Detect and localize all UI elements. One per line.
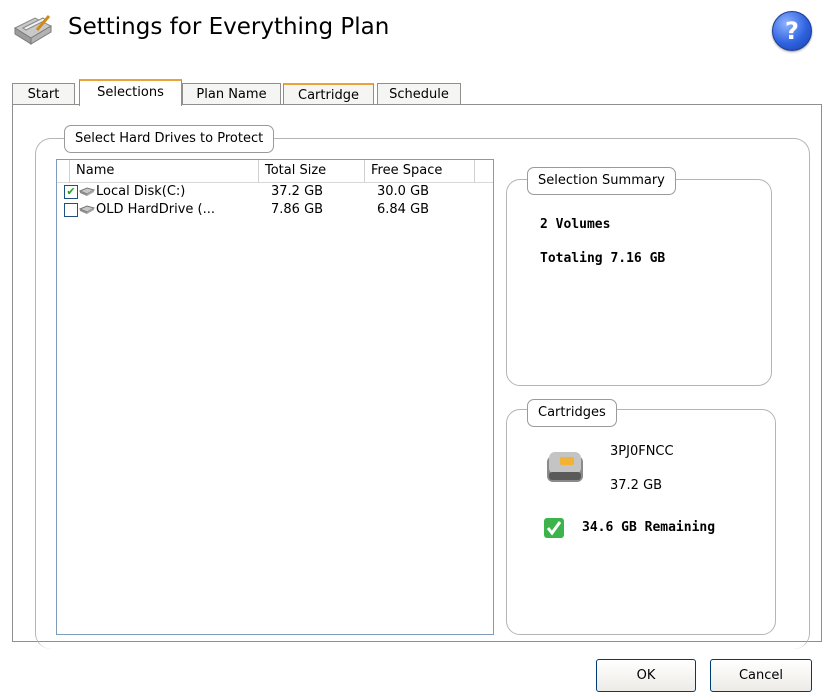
column-total-size[interactable]: Total Size bbox=[259, 160, 365, 182]
tab-start[interactable]: Start bbox=[12, 83, 75, 105]
cartridge-size: 37.2 GB bbox=[610, 478, 663, 493]
drives-list[interactable]: Name Total Size Free Space ✔ Local Disk(… bbox=[56, 159, 494, 635]
drive-total-size: 37.2 GB bbox=[271, 184, 324, 199]
drive-free-space: 30.0 GB bbox=[377, 184, 430, 199]
plan-icon bbox=[13, 15, 53, 45]
hard-drive-icon bbox=[79, 187, 95, 196]
drive-name: OLD HardDrive (... bbox=[96, 202, 215, 217]
tab-schedule[interactable]: Schedule bbox=[377, 83, 461, 105]
cartridge-id: 3PJ0FNCC bbox=[610, 444, 674, 459]
drive-free-space: 6.84 GB bbox=[377, 202, 430, 217]
ok-button[interactable]: OK bbox=[596, 659, 696, 692]
cancel-button[interactable]: Cancel bbox=[710, 659, 812, 692]
tab-cartridge[interactable]: Cartridge bbox=[283, 83, 374, 105]
list-item[interactable]: OLD HardDrive (... 7.86 GB 6.84 GB bbox=[57, 201, 493, 219]
summary-legend: Selection Summary bbox=[527, 167, 676, 195]
drive-checkbox[interactable]: ✔ bbox=[64, 185, 78, 199]
cartridge-remaining: 34.6 GB Remaining bbox=[582, 520, 716, 535]
list-item[interactable]: ✔ Local Disk(C:) 37.2 GB 30.0 GB bbox=[57, 183, 493, 201]
drives-group-legend: Select Hard Drives to Protect bbox=[64, 125, 275, 153]
selection-summary-box: 2 Volumes Totaling 7.16 GB bbox=[506, 179, 772, 386]
title-bar: Settings for Everything Plan ? bbox=[0, 0, 826, 70]
drive-checkbox[interactable] bbox=[64, 203, 78, 217]
help-icon[interactable]: ? bbox=[772, 11, 812, 51]
check-icon bbox=[544, 518, 564, 538]
tab-selections[interactable]: Selections bbox=[79, 79, 182, 106]
cartridges-legend: Cartridges bbox=[527, 399, 617, 427]
hard-drive-icon bbox=[79, 205, 95, 214]
summary-volumes: 2 Volumes bbox=[540, 217, 611, 232]
drive-name: Local Disk(C:) bbox=[96, 184, 186, 199]
list-header: Name Total Size Free Space bbox=[57, 160, 493, 183]
column-name[interactable]: Name bbox=[69, 160, 259, 182]
tab-plan-name[interactable]: Plan Name bbox=[182, 83, 281, 105]
summary-total: Totaling 7.16 GB bbox=[540, 251, 666, 266]
window-title: Settings for Everything Plan bbox=[68, 14, 390, 40]
cartridges-box: 3PJ0FNCC 37.2 GB 34.6 GB Remaining bbox=[506, 409, 776, 635]
selections-panel: Select Hard Drives to Protect Name Total… bbox=[12, 104, 822, 649]
column-free-space[interactable]: Free Space bbox=[365, 160, 475, 182]
drive-total-size: 7.86 GB bbox=[271, 202, 324, 217]
cartridge-icon bbox=[547, 452, 583, 482]
